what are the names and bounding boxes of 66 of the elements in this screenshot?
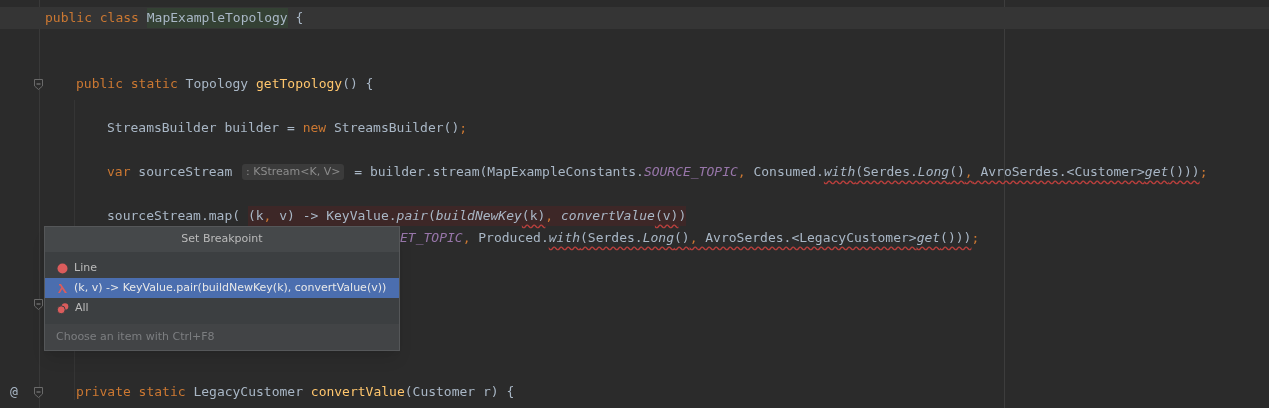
code-token: Topology [184,75,250,94]
code-token: () [949,163,965,182]
code-token: = builder.stream(MapExampleConstants. [353,163,644,182]
code-token: private static [76,383,186,402]
code-token: ET_TOPIC [400,229,463,248]
code-token: convertValue [559,207,655,226]
breakpoint-icon [57,262,68,274]
code-token: Long [917,163,950,182]
code-token: var [107,163,131,182]
popup-item[interactable]: (k, v) -> KeyValue.pair(buildNewKey(k), convertValue(v)) [45,278,399,298]
code-token: AvroSerdes.<LegacyCustomer> [704,229,917,248]
code-token: (Customer r) { [404,383,515,402]
code-token: , [545,207,554,226]
fold-icon[interactable] [34,298,43,310]
override-marker[interactable]: @ [10,382,18,402]
code-token: , [737,163,746,182]
code-token: Long [642,229,674,248]
code-token: buildNewKey [435,207,522,226]
code-token: , [263,207,272,226]
code-token: ( [427,207,436,226]
code-token: ; [1199,163,1208,182]
class-name: MapExampleTopology [146,8,288,28]
code-token: get [916,229,941,248]
code-token: sourceStream.map( [107,207,242,226]
code-token: getTopology [256,75,343,94]
fold-icon[interactable] [34,386,43,398]
popup-item[interactable]: Line [45,258,399,278]
code-token: with [823,163,856,182]
popup-item[interactable]: All [45,298,399,318]
code-token: AvroSerdes.<Customer> [979,163,1145,182]
code-token: ) [678,207,687,226]
code-token: public static [76,75,178,94]
code-token: StreamsBuilder() [332,119,460,138]
code-token: public class [45,9,140,28]
code-token: (Serdes. [855,163,918,182]
code-token: , [964,163,973,182]
code-token: sourceStream [137,163,234,182]
fold-icon[interactable] [34,78,43,90]
code-token: { [294,9,304,28]
code-token: ; [459,119,468,138]
code-token: Consumed. [752,163,824,182]
code-token: (k) [521,207,546,226]
code-token: StreamsBuilder builder = [107,119,296,138]
code-token: convertValue [310,383,405,402]
code-token: , [462,229,471,248]
code-token: get [1144,163,1169,182]
code-token: ; [971,229,980,248]
code-token: LegacyCustomer [192,383,304,402]
code-token: (Serdes. [580,229,643,248]
type-hint: : KStream<K, V> [242,163,345,181]
popup-title: Set Breakpoint [45,227,399,252]
code-token: ())) [940,229,972,248]
code-token: Produced. [477,229,549,248]
code-token: new [302,119,327,138]
code-token: with [548,229,581,248]
code-token: v) -> KeyValue. [278,207,397,226]
code-token: () { [342,75,374,94]
code-token: pair [396,207,428,226]
code-token: (k [247,207,264,226]
code-token: (v) [654,207,679,226]
lambda-icon [57,282,68,294]
code-token: ())) [1168,163,1200,182]
code-token: () [674,229,690,248]
breakpoints-icon [57,302,69,314]
code-token: , [689,229,698,248]
code-token: SOURCE_TOPIC [643,163,738,182]
